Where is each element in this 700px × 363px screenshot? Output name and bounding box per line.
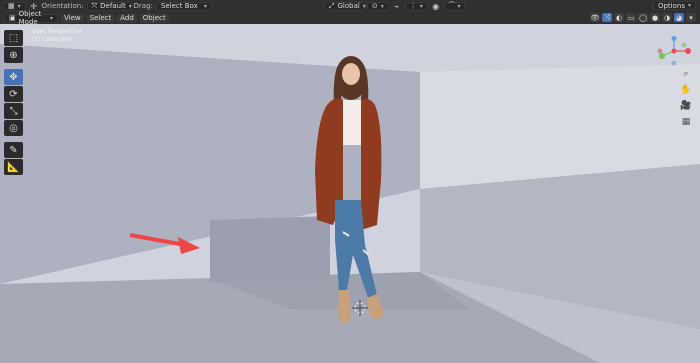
viewport-info: User Perspective (1) Collection xyxy=(32,28,82,44)
transform-icon[interactable]: ◎ xyxy=(4,120,23,136)
orientation-icon: ⤧ xyxy=(91,1,98,10)
zoom-icon[interactable]: ⌕ xyxy=(680,68,692,80)
annotate-icon[interactable]: ✎ xyxy=(4,142,23,158)
material-shading-icon[interactable]: ◑ xyxy=(662,13,672,22)
chevron-down-icon: ▾ xyxy=(17,2,21,10)
orientation-value: Default xyxy=(100,2,126,10)
chevron-down-icon: ▾ xyxy=(362,2,366,10)
drag-dropdown[interactable]: Select Box ▾ xyxy=(155,1,212,11)
navigation-buttons: ⌕ ✋ 🎥 ▦ xyxy=(680,68,692,128)
3d-viewport[interactable]: ⬚ ⊕ ✥ ⟳ ⤡ ◎ ✎ 📐 User Perspective (1) Col… xyxy=(0,24,700,363)
hand-icon[interactable]: ✋ xyxy=(680,84,692,96)
orientation-label: Orientation: xyxy=(41,2,84,10)
snap-target-icon: ⋮ xyxy=(409,2,417,10)
collection-name: (1) Collection xyxy=(32,36,73,43)
camera-icon[interactable]: 🎥 xyxy=(680,100,692,112)
shading-options-icon[interactable]: ▾ xyxy=(686,13,696,22)
drag-value: Select Box xyxy=(160,2,198,10)
tool-shelf: ⬚ ⊕ ✥ ⟳ ⤡ ◎ ✎ 📐 xyxy=(4,30,23,175)
move-icon[interactable]: ✥ xyxy=(4,69,23,85)
chevron-down-icon: ▾ xyxy=(419,2,423,10)
shading-controls: 👁 ⤨ ◐ ▭ ◯ ● ◑ ◕ ▾ xyxy=(590,13,696,22)
transform-orientation-value: Global xyxy=(337,2,360,10)
snap-icon[interactable]: ⌁ xyxy=(392,2,402,11)
xray-icon[interactable]: ▭ xyxy=(626,13,636,22)
menu-object[interactable]: Object xyxy=(139,13,169,23)
solid-shading-icon[interactable]: ● xyxy=(650,13,660,22)
view-name: User Perspective xyxy=(32,28,83,35)
chevron-down-icon: ▾ xyxy=(128,2,132,10)
header-bar: ▦ ▾ ✛ Orientation: ⤧ Default ▾ Drag: Sele… xyxy=(0,0,700,12)
cursor-icon[interactable]: ⊕ xyxy=(4,47,23,63)
grid-icon[interactable]: ▦ xyxy=(680,116,692,128)
navigation-gizmo[interactable] xyxy=(654,36,694,66)
overlay-icon[interactable]: ◐ xyxy=(614,13,624,22)
snap-dropdown[interactable]: ⋮ ▾ xyxy=(404,1,428,11)
global-axis-icon: ⤢ xyxy=(328,1,335,10)
rendered-shading-icon[interactable]: ◕ xyxy=(674,13,684,22)
falloff-icon: ⁀ xyxy=(448,2,455,10)
menu-view[interactable]: View xyxy=(61,13,84,23)
chevron-down-icon: ▾ xyxy=(380,2,384,10)
pivot-icon: ⊙ xyxy=(371,2,378,10)
mode-dropdown[interactable]: ▣ Object Mode ▾ xyxy=(4,10,58,26)
transform-orientation-dropdown[interactable]: ⤢ Global ▾ xyxy=(323,1,366,11)
orientation-dropdown[interactable]: ⤧ Default ▾ xyxy=(86,1,132,11)
pivot-point-dropdown[interactable]: ⊙ ▾ xyxy=(366,1,389,11)
chevron-down-icon: ▾ xyxy=(49,14,53,22)
options-dropdown[interactable]: Options ▾ xyxy=(652,1,696,10)
menu-add[interactable]: Add xyxy=(117,13,137,23)
chevron-down-icon: ▾ xyxy=(687,2,691,9)
measure-icon[interactable]: 📐 xyxy=(4,159,23,175)
viewport-header: ▣ Object Mode ▾ View Select Add Object 👁… xyxy=(0,10,700,26)
reference-person-image[interactable] xyxy=(305,50,415,335)
drag-label: Drag: xyxy=(133,2,153,10)
menu-select[interactable]: Select xyxy=(86,13,115,23)
gizmo-toggle-icon[interactable]: ⤨ xyxy=(602,13,612,22)
chevron-down-icon: ▾ xyxy=(203,2,207,10)
editor-type-icon: ▦ xyxy=(8,2,15,10)
scale-icon[interactable]: ⤡ xyxy=(4,103,23,119)
visibility-icon[interactable]: 👁 xyxy=(590,13,600,22)
options-label: Options xyxy=(657,1,685,10)
select-box-icon[interactable]: ⬚ xyxy=(4,30,23,46)
rotate-icon[interactable]: ⟳ xyxy=(4,86,23,102)
chevron-down-icon: ▾ xyxy=(457,2,461,10)
falloff-dropdown[interactable]: ⁀ ▾ xyxy=(443,1,466,11)
object-mode-icon: ▣ xyxy=(9,14,16,22)
wireframe-shading-icon[interactable]: ◯ xyxy=(638,13,648,22)
proportional-edit-icon[interactable]: ◉ xyxy=(431,2,441,11)
